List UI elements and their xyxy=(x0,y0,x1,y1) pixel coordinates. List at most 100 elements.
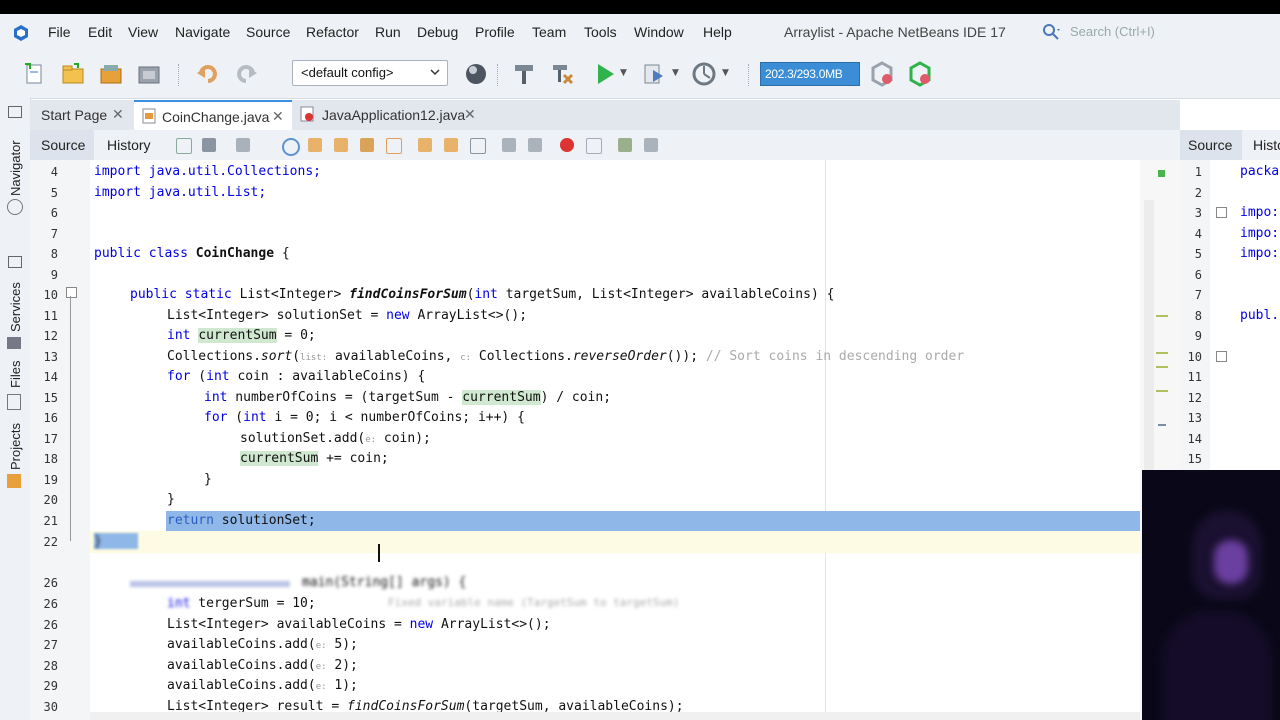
next-bookmark-icon[interactable] xyxy=(444,138,458,152)
line-number: 10 xyxy=(1187,350,1202,364)
close-icon[interactable]: ✕ xyxy=(464,106,476,123)
navigator-panel-tab[interactable]: Navigator xyxy=(8,140,23,196)
source-view-tab[interactable]: Source xyxy=(41,137,85,153)
code-text: Collections. xyxy=(167,349,261,364)
editor-toolbar: Source History xyxy=(30,130,1180,161)
forward-icon[interactable] xyxy=(236,138,250,152)
tab-start-page[interactable]: Start Page ✕ xyxy=(30,100,134,130)
code-text: availableCoins.add( xyxy=(167,637,316,652)
code-text: 2); xyxy=(326,658,358,673)
tab-coinchange-java[interactable]: CoinChange.java ✕ xyxy=(134,100,292,130)
stop-macro-icon[interactable] xyxy=(586,138,602,154)
debug-icon[interactable] xyxy=(641,61,667,87)
last-edit-icon[interactable] xyxy=(176,138,192,154)
shift-left-icon[interactable] xyxy=(502,138,516,152)
line-number: 6 xyxy=(50,206,58,220)
menu-help[interactable]: Help xyxy=(703,24,732,40)
close-project-icon[interactable] xyxy=(136,61,162,87)
menu-navigate[interactable]: Navigate xyxy=(175,24,230,40)
param-hint: list: xyxy=(300,353,328,363)
code-line-27: availableCoins.add(e: 5); xyxy=(167,637,358,652)
code-text: Collections. xyxy=(471,349,573,364)
new-file-icon[interactable] xyxy=(22,61,48,87)
code-line-16: for (int i = 0; i < numberOfCoins; i++) … xyxy=(204,410,525,425)
find-icon[interactable] xyxy=(282,138,300,156)
memory-usage-bar[interactable]: 202.3/293.0MB xyxy=(760,62,860,86)
services-panel-tab[interactable]: Services xyxy=(8,282,23,332)
config-select[interactable]: <default config> xyxy=(292,60,448,86)
variable-highlight: currentSum xyxy=(462,390,541,405)
files-icon xyxy=(7,394,21,410)
screen-top-border xyxy=(0,0,1280,14)
toggle-bookmark-icon[interactable] xyxy=(470,138,486,154)
code-line-11: List<Integer> solutionSet = new ArrayLis… xyxy=(167,308,527,323)
menu-edit[interactable]: Edit xyxy=(88,24,112,40)
close-icon[interactable]: ✕ xyxy=(272,108,284,125)
profile-icon[interactable] xyxy=(691,61,717,87)
profile-dropdown-icon[interactable]: ▼ xyxy=(722,68,729,78)
find-previous-icon[interactable] xyxy=(308,138,322,152)
line-number: 16 xyxy=(43,411,58,425)
start-macro-icon[interactable] xyxy=(560,138,574,152)
open-project-icon[interactable] xyxy=(98,61,124,87)
code-line-10: public static List<Integer> findCoinsFor… xyxy=(130,287,834,302)
gc-icon[interactable] xyxy=(869,61,895,87)
code-line-26: List<Integer> availableCoins = new Array… xyxy=(167,617,551,632)
code-line: impo: xyxy=(1240,205,1280,220)
right-history-view-tab[interactable]: Histo xyxy=(1253,137,1280,153)
menu-refactor[interactable]: Refactor xyxy=(306,24,359,40)
close-icon[interactable]: ✕ xyxy=(112,106,124,123)
menu-window[interactable]: Window xyxy=(634,24,684,40)
fold-collapse-icon[interactable] xyxy=(66,287,77,298)
new-project-icon[interactable] xyxy=(60,61,86,87)
undo-icon[interactable] xyxy=(195,61,221,87)
right-code-editor[interactable]: packa impo: impo: impo: publ. xyxy=(1210,160,1280,470)
main-toolbar: <default config> ▼ ▼ ▼ 202.3/293.0MB xyxy=(0,52,1280,99)
menu-view[interactable]: View xyxy=(128,24,158,40)
code-line-25: int tergerSum = 10; xyxy=(167,596,316,611)
restore-window-icon[interactable] xyxy=(8,256,22,268)
shift-right-icon[interactable] xyxy=(528,138,542,152)
netbeans-logo-icon xyxy=(14,25,28,41)
line-number: 20 xyxy=(43,493,58,507)
search-icon xyxy=(1043,24,1060,40)
clean-build-icon[interactable] xyxy=(550,61,576,87)
build-hammer-icon[interactable] xyxy=(511,61,537,87)
projects-panel-tab[interactable]: Projects xyxy=(8,423,23,470)
menu-source[interactable]: Source xyxy=(246,24,290,40)
redo-icon[interactable] xyxy=(233,61,259,87)
debug-dropdown-icon[interactable]: ▼ xyxy=(672,68,679,78)
menu-profile[interactable]: Profile xyxy=(475,24,515,40)
tab-javaapplication12-java[interactable]: JavaApplication12.java ✕ xyxy=(292,100,492,130)
fold-collapse-icon[interactable] xyxy=(1216,351,1227,362)
globe-icon[interactable] xyxy=(463,61,489,87)
menu-debug[interactable]: Debug xyxy=(417,24,458,40)
menu-team[interactable]: Team xyxy=(532,24,566,40)
toggle-highlight-icon[interactable] xyxy=(360,138,374,152)
search-input[interactable]: Search (Ctrl+I) xyxy=(1070,24,1155,39)
back-icon[interactable] xyxy=(202,138,216,152)
previous-bookmark-icon[interactable] xyxy=(418,138,432,152)
gc-alt-icon[interactable] xyxy=(907,61,933,87)
scrollbar-thumb[interactable] xyxy=(1144,200,1154,500)
files-panel-tab[interactable]: Files xyxy=(8,361,23,388)
method-name: sort xyxy=(260,349,293,364)
menu-tools[interactable]: Tools xyxy=(584,24,617,40)
method-name: findCoinsForSum xyxy=(349,287,467,302)
restore-window-icon[interactable] xyxy=(8,106,22,118)
comment-icon[interactable] xyxy=(618,138,632,152)
run-dropdown-icon[interactable]: ▼ xyxy=(620,68,627,78)
run-icon[interactable] xyxy=(592,61,618,87)
search-box[interactable]: Search (Ctrl+I) xyxy=(1040,20,1280,46)
fold-collapse-icon[interactable] xyxy=(1216,207,1227,218)
menu-run[interactable]: Run xyxy=(375,24,401,40)
find-next-icon[interactable] xyxy=(334,138,348,152)
menu-file[interactable]: File xyxy=(48,24,71,40)
line-number: 29 xyxy=(43,679,58,693)
right-source-view-tab[interactable]: Source xyxy=(1188,137,1232,153)
line-number: 4 xyxy=(1194,227,1202,241)
history-view-tab[interactable]: History xyxy=(107,137,151,153)
toggle-rect-selection-icon[interactable] xyxy=(386,138,402,154)
code-comment: Fixed variable name (TargetSum to target… xyxy=(388,596,680,609)
uncomment-icon[interactable] xyxy=(644,138,658,152)
